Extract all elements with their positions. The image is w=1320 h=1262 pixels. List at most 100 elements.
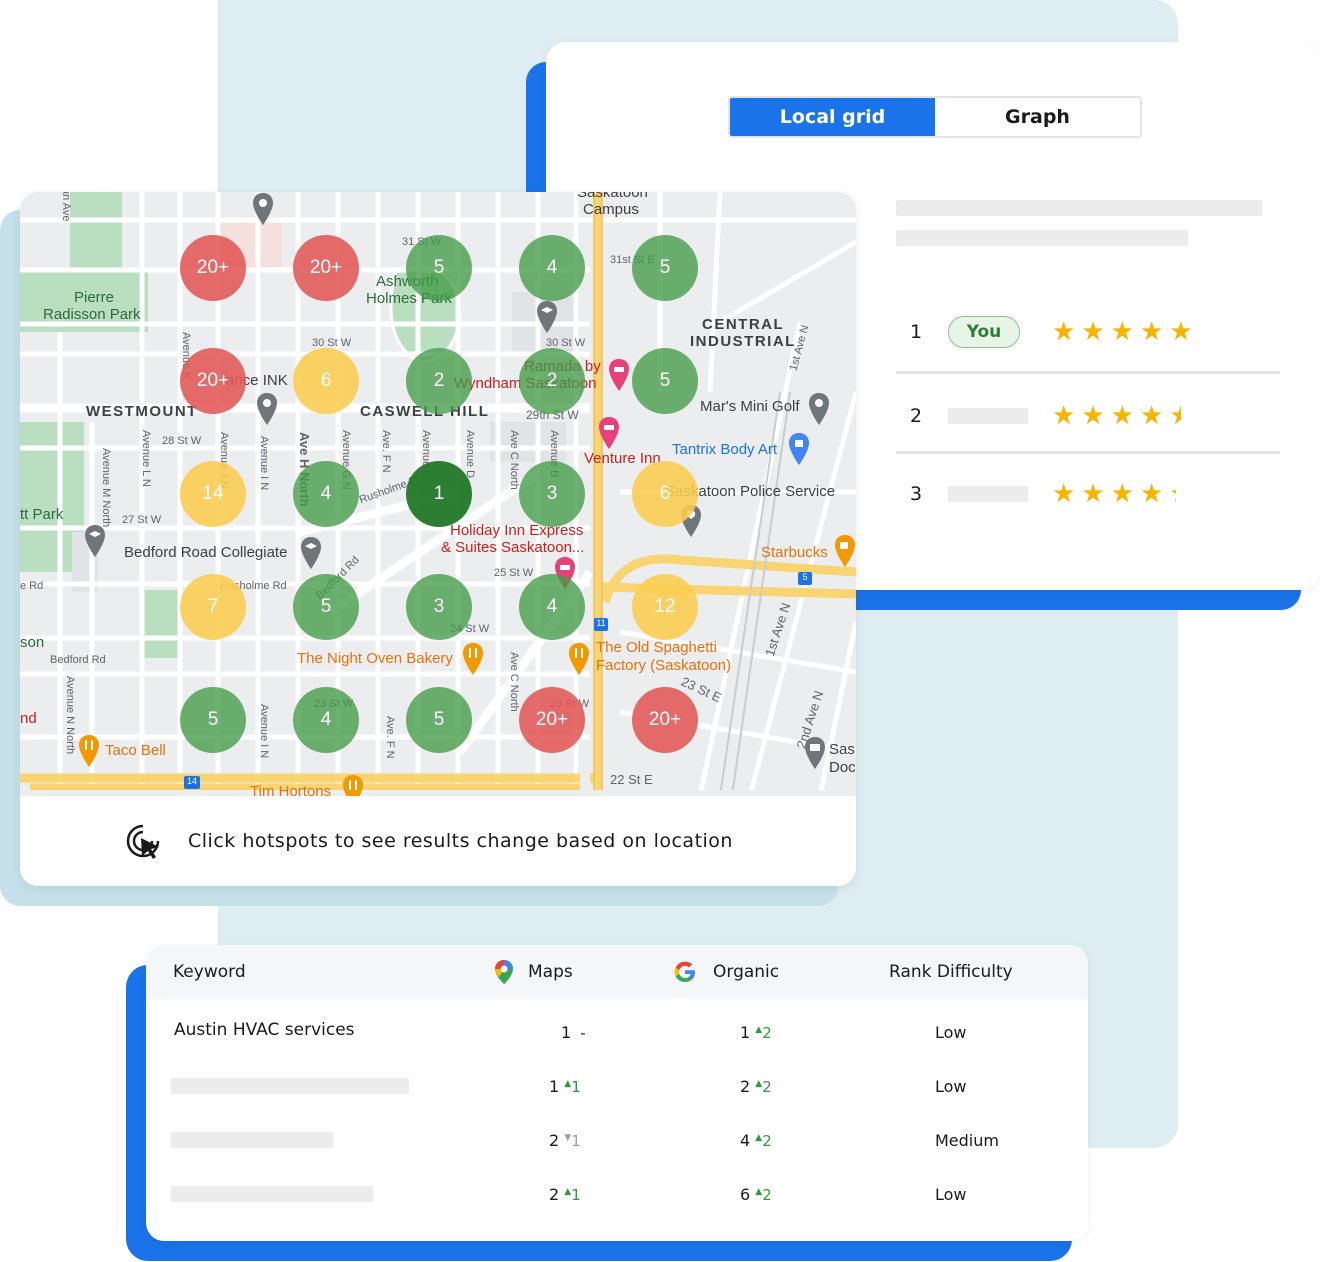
- map[interactable]: CENTRAL INDUSTRIAL WESTMOUNT CASWELL HIL…: [20, 192, 856, 796]
- hotspot[interactable]: 6: [632, 461, 698, 527]
- column-header-maps[interactable]: Maps: [494, 945, 573, 999]
- skeleton-name: [948, 486, 1028, 502]
- hotspot[interactable]: 20+: [632, 687, 698, 753]
- rank-number: 2: [910, 405, 923, 427]
- hotspot[interactable]: 5: [180, 687, 246, 753]
- hotspot[interactable]: 1: [406, 461, 472, 527]
- rating-stars: ★ ★ ★ ★ ★: [1052, 319, 1193, 345]
- poi-label: Sas: [829, 741, 855, 758]
- school-pin-icon[interactable]: [300, 536, 322, 570]
- maps-delta: 1: [571, 1132, 581, 1150]
- location-pin-icon[interactable]: [256, 392, 278, 426]
- tab-graph[interactable]: Graph: [935, 98, 1140, 136]
- star-icon: ★: [1110, 317, 1134, 347]
- column-header-organic[interactable]: Organic: [673, 945, 779, 999]
- hotspot[interactable]: 5: [632, 348, 698, 414]
- hotspot[interactable]: 5: [293, 574, 359, 640]
- tab-local-grid[interactable]: Local grid: [730, 98, 935, 136]
- hotspot[interactable]: 4: [293, 687, 359, 753]
- keyword-table-card: Keyword Maps Organic Rank Difficulty Aus…: [146, 945, 1088, 1241]
- museum-pin-icon[interactable]: [804, 736, 826, 770]
- rating-stars: ★ ★ ★ ★ ★: [1052, 403, 1193, 429]
- difficulty-cell: Low: [935, 1077, 967, 1096]
- street-label: Ave C North: [508, 430, 520, 490]
- organic-rank-cell: 4 ▲2: [740, 1131, 772, 1150]
- hotspot[interactable]: 4: [519, 235, 585, 301]
- hotspot[interactable]: 2: [406, 348, 472, 414]
- poi-label: The Old Spaghetti: [596, 639, 717, 656]
- hotspot[interactable]: 3: [519, 461, 585, 527]
- hotspot[interactable]: 20+: [180, 348, 246, 414]
- street-label: Avenue N North: [64, 676, 76, 755]
- street-label: Avenue M North: [100, 448, 112, 528]
- poi-label: Tantrix Body Art: [672, 441, 778, 458]
- hotel-pin-icon[interactable]: [598, 416, 620, 450]
- maps-rank: 1: [561, 1023, 572, 1042]
- poi-label: Tim Hortons: [250, 783, 332, 796]
- hotspot[interactable]: 20+: [519, 687, 585, 753]
- star-icon: ★: [1081, 479, 1105, 509]
- hotspot[interactable]: 5: [406, 687, 472, 753]
- street-label: 27 St W: [122, 514, 162, 526]
- difficulty-cell: Medium: [935, 1131, 999, 1150]
- cafe-pin-icon[interactable]: [834, 534, 856, 568]
- star-icon: ★: [1081, 317, 1105, 347]
- school-pin-icon[interactable]: [536, 300, 558, 334]
- star-icon: ★: [1169, 317, 1193, 347]
- school-pin-icon[interactable]: [84, 524, 106, 558]
- column-header-keyword[interactable]: Keyword: [173, 945, 246, 999]
- poi-label: Saskatoon: [577, 192, 648, 201]
- hotspot[interactable]: 20+: [293, 235, 359, 301]
- street-label: e Rd: [20, 580, 44, 592]
- hotspot[interactable]: 2: [519, 348, 585, 414]
- hotspot[interactable]: 5: [632, 235, 698, 301]
- ranking-row-3[interactable]: 3 ★ ★ ★ ★ ★: [896, 454, 1280, 534]
- maps-rank: 1: [549, 1077, 560, 1096]
- location-pin-icon[interactable]: [252, 192, 274, 226]
- keyword-cell[interactable]: Austin HVAC services: [174, 1020, 355, 1040]
- shopping-pin-icon[interactable]: [788, 432, 810, 466]
- hotspot[interactable]: 4: [293, 461, 359, 527]
- poi-label: Factory (Saskatoon): [596, 657, 732, 674]
- ranking-row-1[interactable]: 1 You ★ ★ ★ ★ ★: [896, 292, 1280, 372]
- hotspot[interactable]: 12: [632, 574, 698, 640]
- street-label: Avenue D: [464, 430, 476, 479]
- poi-label: Campus: [583, 201, 639, 218]
- restaurant-pin-icon[interactable]: [342, 774, 364, 796]
- street-label: Avenue I N: [258, 436, 270, 491]
- star-icon: ★: [1110, 479, 1134, 509]
- district-label: WESTMOUNT: [86, 403, 198, 420]
- star-icon: ★: [1052, 401, 1076, 431]
- maps-rank-cell: 1 ▲1: [549, 1077, 581, 1096]
- hotspot[interactable]: 5: [406, 235, 472, 301]
- restaurant-pin-icon[interactable]: [568, 642, 590, 676]
- poi-label: Mar's Mini Golf: [700, 398, 800, 415]
- restaurant-pin-icon[interactable]: [462, 642, 484, 676]
- star-icon: ★: [1052, 317, 1076, 347]
- view-toggle: Local grid Graph: [728, 96, 1142, 138]
- hotspot[interactable]: 20+: [180, 235, 246, 301]
- hotspot[interactable]: 6: [293, 348, 359, 414]
- organic-rank-cell: 6 ▲2: [740, 1185, 772, 1204]
- click-cursor-icon: [126, 824, 160, 859]
- district-label: INDUSTRIAL: [690, 333, 796, 350]
- maps-delta: -: [580, 1024, 586, 1042]
- hotspot[interactable]: 3: [406, 574, 472, 640]
- maps-rank: 2: [549, 1131, 560, 1150]
- star-icon: ★: [1139, 317, 1164, 347]
- keyword-skeleton: [171, 1078, 409, 1094]
- ranking-row-2[interactable]: 2 ★ ★ ★ ★ ★: [896, 376, 1280, 456]
- rank-number: 3: [910, 483, 923, 505]
- local-grid-map-card: CENTRAL INDUSTRIAL WESTMOUNT CASWELL HIL…: [20, 192, 856, 886]
- hotspot[interactable]: 4: [519, 574, 585, 640]
- column-header-rank-difficulty[interactable]: Rank Difficulty: [889, 945, 1013, 999]
- maps-rank-cell: 2 ▼1: [549, 1131, 581, 1150]
- hotspot[interactable]: 7: [180, 574, 246, 640]
- poi-label: The Night Oven Bakery: [297, 650, 453, 667]
- restaurant-pin-icon[interactable]: [78, 734, 100, 768]
- hotel-pin-icon[interactable]: [608, 358, 630, 392]
- park-label: tt Park: [20, 506, 64, 523]
- hotspot[interactable]: 14: [180, 461, 246, 527]
- location-pin-icon[interactable]: [808, 392, 830, 426]
- organic-delta: 2: [762, 1186, 772, 1204]
